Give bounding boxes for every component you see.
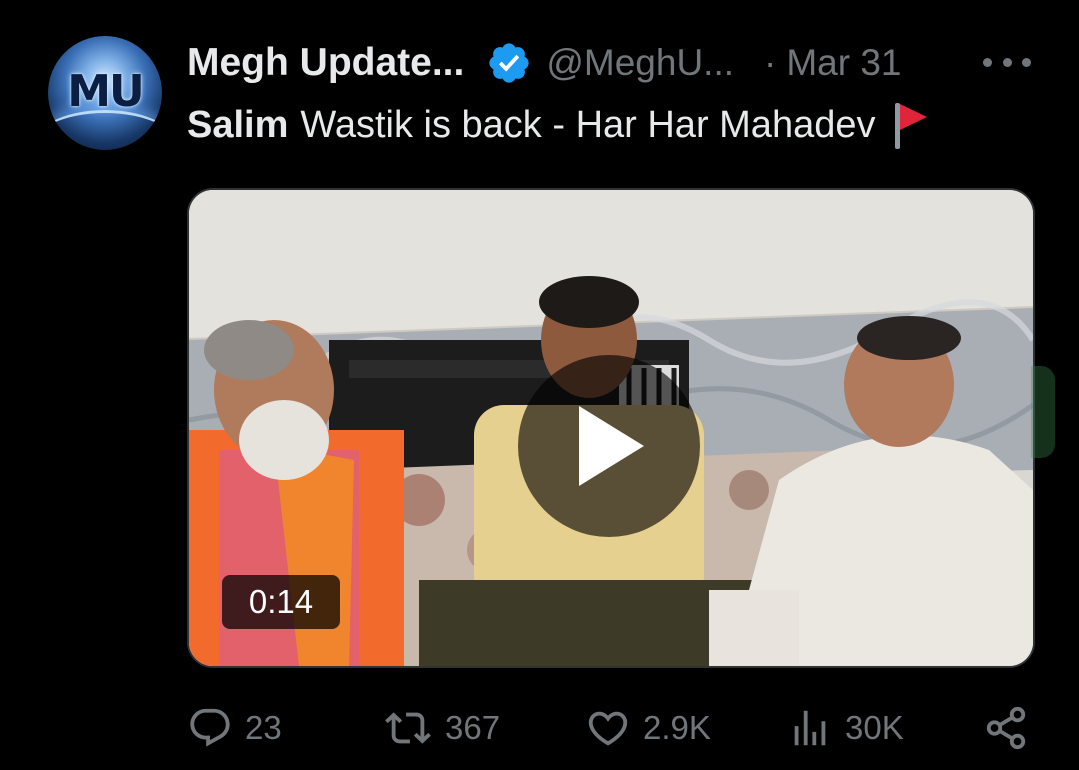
views-icon [787, 705, 833, 751]
tweet-text-body: Wastik is back - Har Har Mahadev [300, 103, 876, 146]
share-button[interactable] [983, 700, 1029, 756]
red-flag-icon [891, 99, 931, 151]
reply-button[interactable]: 23 [187, 700, 282, 756]
reply-count: 23 [245, 709, 282, 746]
repost-button[interactable]: 367 [383, 700, 500, 756]
separator-dot: · [764, 42, 777, 83]
reply-icon [187, 705, 233, 751]
like-count: 2.9K [643, 709, 711, 746]
like-icon [585, 705, 631, 751]
tweet-header: Megh Update... @MeghU... · Mar 31 [187, 38, 1047, 88]
share-icon [983, 705, 1029, 751]
side-overlay [1031, 366, 1055, 458]
views-button[interactable]: 30K [787, 700, 904, 756]
verified-badge-icon[interactable] [486, 40, 532, 86]
tweet-text: Salim Wastik is back - Har Har Mahadev [187, 99, 931, 151]
author-avatar[interactable]: MU [48, 36, 162, 150]
more-dot [1002, 57, 1012, 67]
more-icon[interactable] [983, 50, 1031, 74]
like-button[interactable]: 2.9K [585, 700, 711, 756]
tweet-actions: 23 367 2.9K 30K [187, 700, 1037, 756]
more-dot [1022, 57, 1031, 67]
tweet[interactable]: MU Megh Update... @MeghU... · Mar 31 Sal… [0, 0, 1079, 770]
author-name[interactable]: Megh Update... [187, 41, 464, 85]
views-count: 30K [845, 709, 904, 746]
repost-icon [383, 705, 433, 751]
tweet-date[interactable]: Mar 31 [786, 42, 901, 84]
tweet-text-bold: Salim [187, 103, 289, 146]
repost-count: 367 [445, 709, 501, 746]
play-icon[interactable] [518, 355, 700, 537]
more-dot [983, 57, 992, 67]
author-handle[interactable]: @MeghU... [546, 42, 734, 84]
avatar-logo-text: MU [67, 66, 145, 117]
video-duration-badge: 0:14 [222, 575, 340, 629]
